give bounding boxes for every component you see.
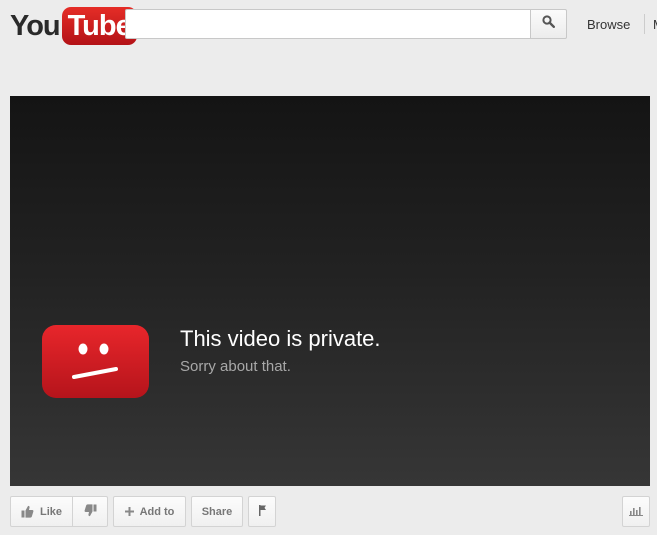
youtube-logo[interactable]: You Tube: [10, 7, 137, 45]
plus-icon: [124, 507, 134, 516]
flag-icon: [258, 504, 267, 519]
nav-next-link[interactable]: M: [653, 17, 657, 32]
flag-button[interactable]: [248, 496, 276, 527]
share-label: Share: [201, 505, 233, 518]
stats-icon: [629, 505, 643, 519]
action-bar: Like Add to Share: [10, 496, 650, 528]
logo-you-text: You: [10, 9, 61, 42]
like-label: Like: [39, 505, 62, 518]
search-input[interactable]: [125, 9, 530, 39]
add-to-label: Add to: [139, 505, 175, 518]
video-player[interactable]: This video is private. Sorry about that.: [10, 96, 650, 486]
dislike-button[interactable]: [73, 496, 108, 527]
stats-button[interactable]: [622, 496, 650, 527]
masthead: You Tube Browse M: [0, 0, 657, 60]
thumbs-up-icon: [21, 505, 34, 518]
share-button[interactable]: Share: [191, 496, 243, 527]
error-title: This video is private.: [180, 326, 381, 351]
add-to-button[interactable]: Add to: [113, 496, 186, 527]
nav-browse-link[interactable]: Browse: [587, 17, 630, 32]
error-subtitle: Sorry about that.: [180, 358, 291, 375]
search-button[interactable]: [530, 9, 567, 39]
thumbs-down-icon: [84, 503, 97, 520]
sad-tv-icon: [42, 325, 149, 398]
search-icon: [542, 15, 556, 33]
like-button[interactable]: Like: [10, 496, 73, 527]
nav-divider: [644, 14, 645, 34]
